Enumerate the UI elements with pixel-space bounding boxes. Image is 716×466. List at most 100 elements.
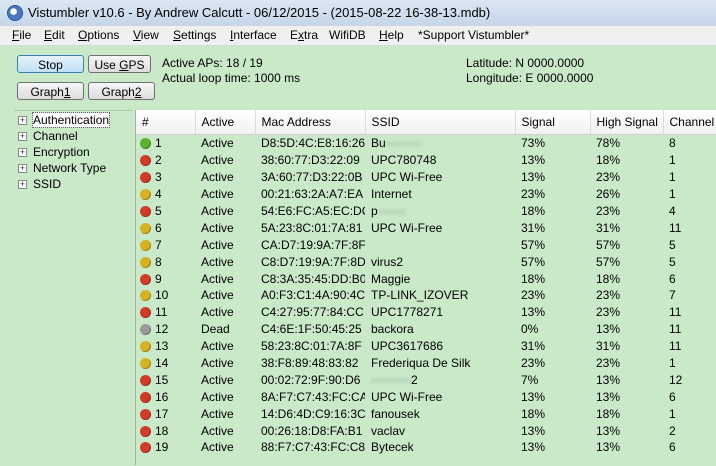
cell-mac-address: 38:F8:89:48:83:82 — [261, 356, 359, 371]
column-header[interactable]: # — [136, 110, 196, 135]
menu-item-8[interactable]: Help — [379, 28, 404, 42]
cell-signal: 57% — [521, 254, 546, 269]
signal-lock-icon — [140, 172, 151, 184]
expand-plus-icon[interactable]: + — [18, 164, 27, 173]
cell-number: 2 — [136, 152, 195, 169]
table-row[interactable]: 9 Active C8:3A:35:45:DD:B0 Maggie 18% 18% 6 — [136, 270, 716, 287]
table-row[interactable]: 12 Dead C4:6E:1F:50:45:25 backora 0% 13% 11 — [136, 321, 716, 338]
cell-high-signal: 13% — [596, 389, 621, 404]
cell-high-signal: 18% — [596, 406, 621, 421]
column-header[interactable]: Signal — [515, 110, 591, 135]
expand-plus-icon[interactable]: + — [18, 148, 27, 157]
stop-button[interactable]: Stop — [17, 55, 84, 73]
cell-number: 17 — [136, 405, 195, 422]
cell-high-signal: 23% — [596, 356, 621, 371]
cell-mac-address: C8:3A:35:45:DD:B0 — [261, 271, 365, 286]
use-gps-label-post: PS — [128, 58, 145, 72]
cell-active: Active — [201, 423, 234, 438]
cell-active: Active — [201, 237, 234, 252]
cell-high-signal: 31% — [596, 339, 621, 354]
column-header[interactable]: Active — [195, 110, 256, 135]
table-row[interactable]: 10 Active A0:F3:C1:4A:90:4C TP-LINK_IZOVER 2… — [136, 287, 716, 304]
use-gps-button[interactable]: Use GPS — [88, 55, 151, 73]
menu-label-accel: H — [379, 28, 388, 42]
column-header[interactable]: SSID — [365, 110, 516, 135]
cell-number: 6 — [136, 219, 195, 236]
table-row[interactable]: 16 Active 8A:F7:C7:43:FC:CA UPC Wi-Free 13% 1… — [136, 388, 716, 405]
table-row[interactable]: 19 Active 88:F7:C7:43:FC:C8 Bytecek 13% 13% 6 — [136, 439, 716, 456]
cell-high-signal: 31% — [596, 220, 621, 235]
table-row[interactable]: 18 Active 00:26:18:D8:FA:B1 vaclav 13% 13% 2 — [136, 422, 716, 439]
graph1-button[interactable]: Graph1 — [17, 82, 84, 100]
cell-mac-address: 8A:F7:C7:43:FC:CA — [261, 389, 365, 404]
graph2-button[interactable]: Graph2 — [88, 82, 155, 100]
menu-item-4[interactable]: Settings — [173, 28, 216, 42]
menu-item-9[interactable]: *Support Vistumbler* — [418, 28, 529, 42]
cell-ssid: UPC3617686 — [371, 339, 444, 354]
menu-item-0[interactable]: File — [12, 28, 31, 42]
column-header[interactable]: Mac Address — [255, 110, 366, 135]
menu-item-1[interactable]: Edit — [44, 28, 65, 42]
menu-label-pre: *Support Vistumbler* — [418, 28, 530, 42]
table-row[interactable]: 2 Active 38:60:77:D3:22:09 UPC780748 13% 18% 1 — [136, 152, 716, 169]
tree-item-label: Authentication — [31, 112, 111, 128]
signal-lock-icon — [140, 189, 151, 201]
cell-channel: 4 — [669, 204, 676, 218]
cell-channel: 11 — [669, 220, 682, 235]
column-header[interactable]: Channel — [663, 110, 716, 135]
cell-mac-address: 14:D6:4D:C9:16:3C — [261, 406, 365, 421]
cell-mac-address: C4:27:95:77:84:CC — [261, 305, 364, 320]
redacted-ssid: ········· — [385, 136, 422, 151]
column-header[interactable]: High Signal — [590, 110, 664, 135]
table-row[interactable]: 14 Active 38:F8:89:48:83:82 Frederiqua De S… — [136, 355, 716, 372]
table-row[interactable]: 17 Active 14:D6:4D:C9:16:3C fanousek 18% 18% 1 — [136, 405, 716, 422]
cell-number: 11 — [136, 304, 195, 321]
expand-plus-icon[interactable]: + — [18, 132, 27, 141]
cell-active: Active — [201, 406, 234, 421]
table-row[interactable]: 6 Active 5A:23:8C:01:7A:81 UPC Wi-Free 31% 31… — [136, 219, 716, 236]
menu-item-5[interactable]: Interface — [230, 28, 277, 42]
cell-signal: 23% — [521, 187, 546, 202]
table-row[interactable]: 13 Active 58:23:8C:01:7A:8F UPC3617686 31% 31… — [136, 338, 716, 355]
table-row[interactable]: 1 Active D8:5D:4C:E8:16:26 Bu········· 73% 78… — [136, 135, 716, 152]
filter-tree: + Authentication + Channel + Encryption + Netwo… — [14, 110, 132, 466]
table-row[interactable]: 8 Active C8:D7:19:9A:7F:8D virus2 57% 57% 5 — [136, 253, 716, 270]
cell-mac-address: CA:D7:19:9A:7F:8F — [261, 237, 365, 252]
table-row[interactable]: 15 Active 00:02:72:9F:90:D6 ··········2 7% 13… — [136, 371, 716, 388]
menu-bar: File Edit Options View Settings Interface Extr… — [0, 26, 716, 46]
menu-item-2[interactable]: Options — [78, 28, 119, 42]
cell-active: Active — [201, 153, 234, 168]
table-row[interactable]: 4 Active 00:21:63:2A:A7:EA Internet 23% 26% 1 — [136, 186, 716, 203]
table-row[interactable]: 5 Active 54:E6:FC:A5:EC:DC p······· 18% 23% 4 — [136, 203, 716, 220]
row-number: 5 — [155, 204, 162, 218]
cell-number: 7 — [136, 236, 195, 253]
ssid-text: p — [371, 204, 378, 218]
menu-item-7[interactable]: WifiDB — [329, 28, 366, 42]
cell-ssid: fanousek — [371, 406, 420, 421]
tree-item-label: Network Type — [33, 161, 107, 175]
active-aps-text: Active APs: 18 / 19 — [162, 56, 263, 70]
table-row[interactable]: 7 Active CA:D7:19:9A:7F:8F 57% 57% 5 — [136, 236, 716, 253]
redacted-ssid: ······· — [377, 204, 406, 218]
menu-item-6[interactable]: Extra — [290, 28, 318, 42]
expand-plus-icon[interactable]: + — [18, 180, 27, 189]
menu-item-3[interactable]: View — [133, 28, 159, 42]
cell-high-signal: 18% — [596, 271, 621, 286]
row-number: 4 — [155, 187, 162, 202]
table-row[interactable]: 3 Active 3A:60:77:D3:22:0B UPC Wi-Free 13% 23… — [136, 169, 716, 186]
cell-signal: 18% — [521, 271, 546, 286]
ap-list: # Active Mac Address SSID Signal High Signal C… — [135, 110, 716, 465]
table-row[interactable]: 11 Active C4:27:95:77:84:CC UPC1778271 13% 23… — [136, 304, 716, 321]
menu-label-accel: O — [78, 28, 88, 42]
use-gps-label-pre: Use — [94, 58, 120, 72]
cell-active: Active — [201, 389, 234, 404]
cell-number: 13 — [136, 338, 195, 355]
cell-channel: 1 — [669, 170, 676, 185]
cell-number: 16 — [136, 388, 195, 405]
cell-number: 19 — [136, 439, 195, 456]
cell-mac-address: D8:5D:4C:E8:16:26 — [261, 136, 365, 151]
signal-lock-icon — [140, 273, 151, 285]
expand-plus-icon[interactable]: + — [18, 116, 27, 125]
cell-number: 5 — [136, 203, 195, 220]
cell-channel: 1 — [669, 187, 676, 202]
